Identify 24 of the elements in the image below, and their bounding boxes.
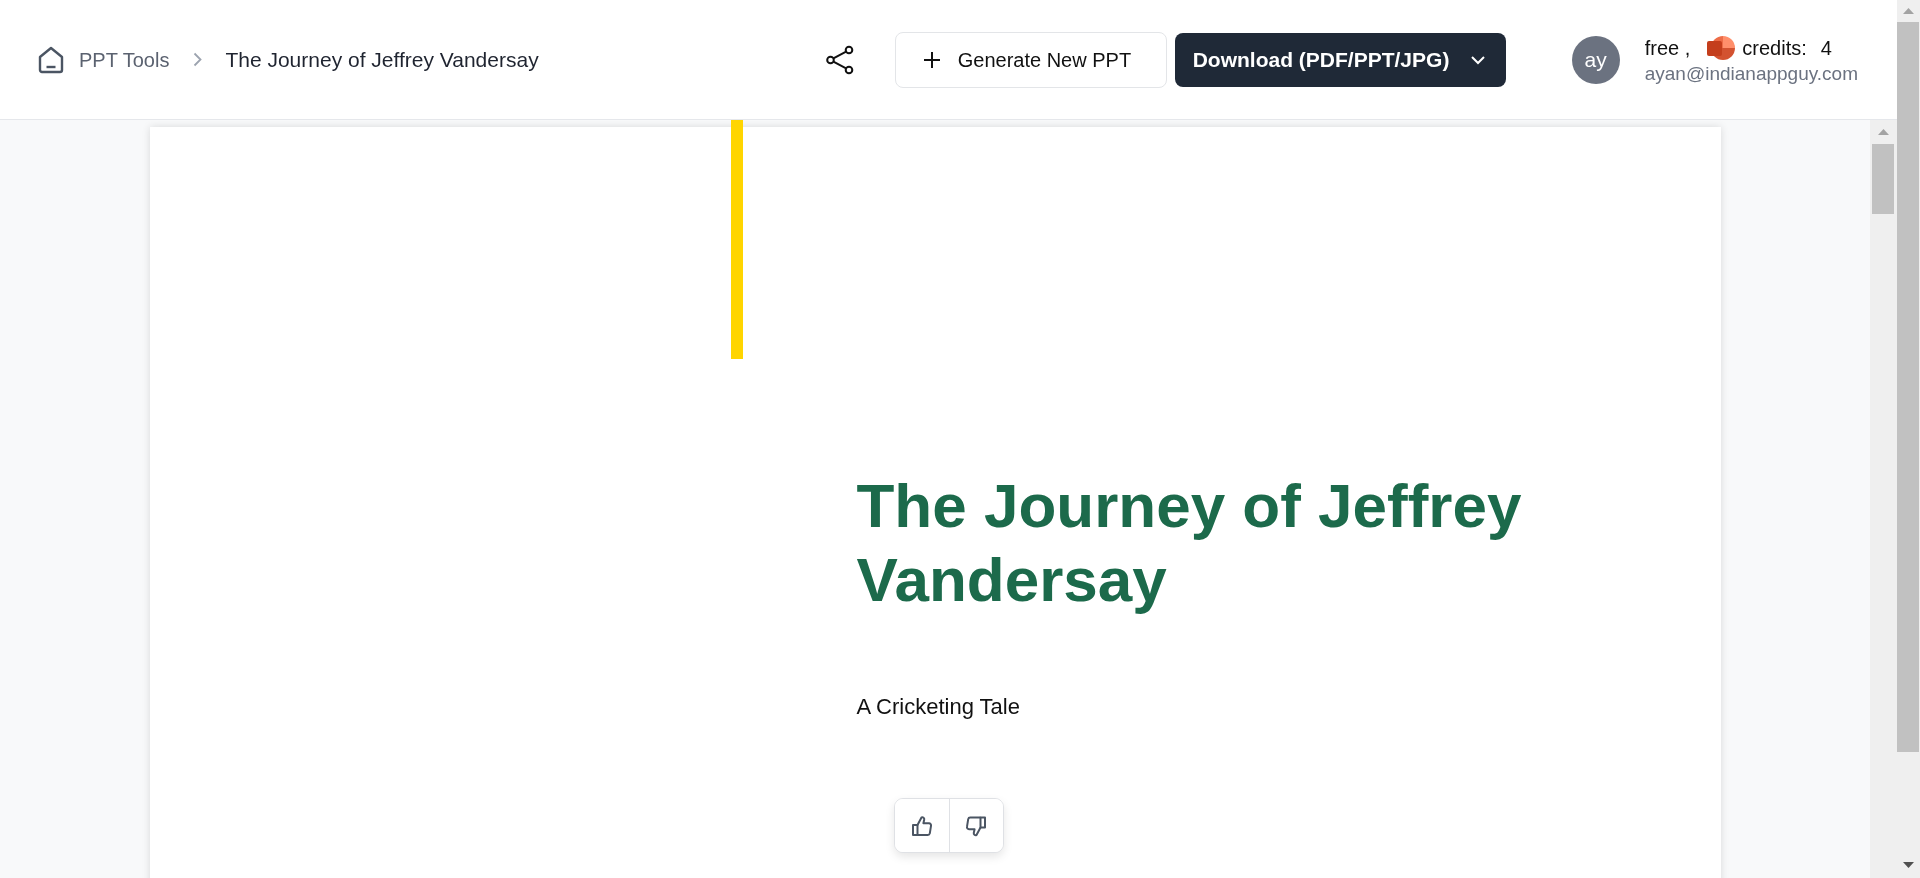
- share-icon[interactable]: [824, 44, 855, 75]
- slide-subtitle: A Cricketing Tale: [856, 693, 1020, 721]
- credits-count: 4: [1820, 36, 1832, 62]
- plus-icon: [922, 50, 941, 69]
- thumbs-down-icon: [965, 814, 987, 837]
- scrollbar-thumb[interactable]: [1872, 144, 1894, 214]
- chevron-right-icon: [193, 52, 203, 67]
- plan-label: free ,: [1644, 36, 1691, 62]
- presentation-app-icon: [1706, 34, 1737, 63]
- scroll-down-icon[interactable]: [1903, 862, 1914, 868]
- download-button[interactable]: Download (PDF/PPT/JPG): [1174, 32, 1506, 87]
- credits-label: credits:: [1742, 36, 1807, 62]
- user-email: ayan@indianappguy.com: [1644, 63, 1858, 86]
- like-button[interactable]: [894, 799, 949, 852]
- scrollbar-thumb[interactable]: [1897, 22, 1919, 752]
- thumbs-up-icon: [910, 814, 933, 837]
- home-icon[interactable]: [38, 45, 64, 74]
- dislike-button[interactable]: [948, 799, 1003, 852]
- user-avatar[interactable]: ay: [1571, 35, 1620, 84]
- generate-button[interactable]: Generate New PPT: [894, 31, 1167, 88]
- chevron-down-icon: [1469, 54, 1486, 65]
- slide-title: The Journey of Jeffrey Vandersay: [856, 470, 1523, 616]
- breadcrumb-current: The Journey of Jeffrey Vandersay: [225, 46, 539, 73]
- breadcrumb-link[interactable]: PPT Tools: [79, 44, 170, 75]
